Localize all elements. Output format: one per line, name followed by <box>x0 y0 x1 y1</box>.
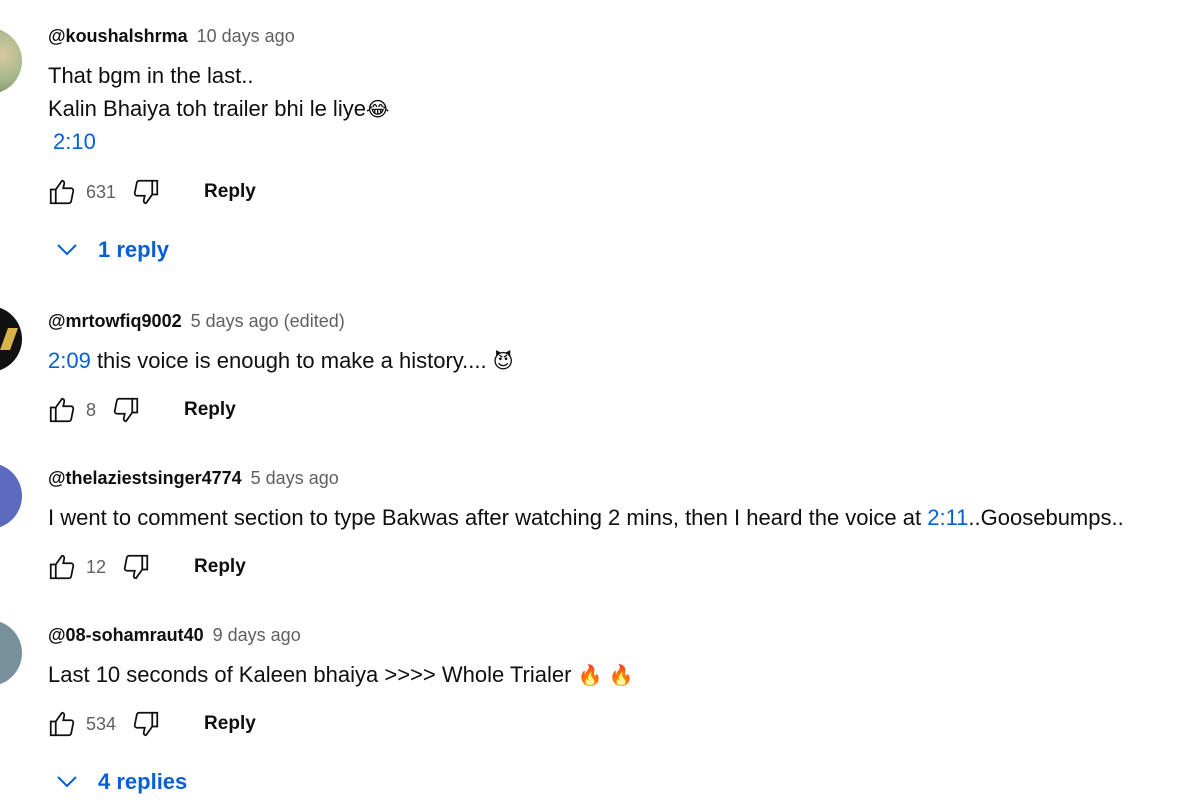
comment-text: That bgm in the last.. <box>48 63 254 88</box>
avatar[interactable] <box>0 463 22 529</box>
comment-text: Last 10 seconds of Kaleen bhaiya >>>> Wh… <box>48 662 578 687</box>
timestamp-link[interactable]: 2:11 <box>927 505 968 530</box>
comment-text-line: 2:10 <box>53 127 96 157</box>
reply-button[interactable]: Reply <box>204 181 256 203</box>
comment-header: @koushalshrma 10 days ago <box>48 26 295 47</box>
comment-time[interactable]: 5 days ago (edited) <box>191 311 345 331</box>
comment-text-line: I went to comment section to type Bakwas… <box>48 503 1124 533</box>
thumbs-up-icon[interactable] <box>46 176 78 208</box>
comment-text: ..Goosebumps.. <box>968 505 1124 530</box>
avatar[interactable] <box>0 28 22 94</box>
avatar[interactable] <box>0 620 22 686</box>
comment-text-line: Last 10 seconds of Kaleen bhaiya >>>> Wh… <box>48 660 634 690</box>
reply-button[interactable]: Reply <box>204 713 256 735</box>
reply-button[interactable]: Reply <box>184 399 236 421</box>
comment-time[interactable]: 5 days ago <box>251 468 339 488</box>
comment-text-line: 2:09 this voice is enough to make a hist… <box>48 346 514 376</box>
thumbs-up-icon[interactable] <box>46 708 78 740</box>
comment-text: this voice is enough to make a history..… <box>90 348 493 373</box>
view-replies-button[interactable]: 1 reply <box>56 232 169 268</box>
chevron-down-icon <box>57 776 77 788</box>
timestamp-link[interactable]: 2:09 <box>48 348 91 373</box>
comment-header: @thelaziestsinger4774 5 days ago <box>48 468 339 489</box>
timestamp-link[interactable]: 2:10 <box>53 129 96 154</box>
like-count: 631 <box>86 181 117 202</box>
chevron-down-icon <box>57 244 77 256</box>
comment-text: Kalin Bhaiya toh trailer bhi le liye <box>48 96 366 121</box>
comment-author[interactable]: @koushalshrma <box>48 26 188 46</box>
thumbs-up-icon[interactable] <box>46 394 78 426</box>
thumbs-down-icon[interactable] <box>130 176 162 208</box>
like-count: 534 <box>86 713 117 734</box>
view-replies-button[interactable]: 4 replies <box>56 764 187 800</box>
comment-author[interactable]: @mrtowfiq9002 <box>48 311 182 331</box>
comment-actions: 8 Reply <box>46 392 236 428</box>
comment-author[interactable]: @08-sohamraut40 <box>48 625 204 645</box>
devil-emoji: 😈 <box>492 349 514 373</box>
thumbs-down-icon[interactable] <box>130 708 162 740</box>
comment-author[interactable]: @thelaziestsinger4774 <box>48 468 242 488</box>
comment-time[interactable]: 9 days ago <box>213 625 301 645</box>
comment-header: @08-sohamraut40 9 days ago <box>48 625 301 646</box>
comment-time[interactable]: 10 days ago <box>197 26 295 46</box>
fire-emoji: 🔥 🔥 <box>577 663 634 687</box>
thumbs-up-icon[interactable] <box>46 551 78 583</box>
laughing-emoji: 😂 <box>365 97 390 121</box>
comment-actions: 631 Reply <box>46 174 256 210</box>
comment-header: @mrtowfiq9002 5 days ago (edited) <box>48 311 345 332</box>
like-count: 12 <box>86 556 107 577</box>
like-count: 8 <box>86 399 97 420</box>
comment-text: I went to comment section to type Bakwas… <box>48 505 928 530</box>
thumbs-down-icon[interactable] <box>110 394 142 426</box>
comment-text-line: Kalin Bhaiya toh trailer bhi le liye😂 <box>48 94 389 124</box>
avatar[interactable] <box>0 306 22 372</box>
comment-actions: 12 Reply <box>46 549 246 585</box>
reply-button[interactable]: Reply <box>194 556 246 578</box>
comment-actions: 534 Reply <box>46 706 256 742</box>
replies-label: 4 replies <box>98 769 188 794</box>
thumbs-down-icon[interactable] <box>120 551 152 583</box>
replies-label: 1 reply <box>98 237 169 262</box>
